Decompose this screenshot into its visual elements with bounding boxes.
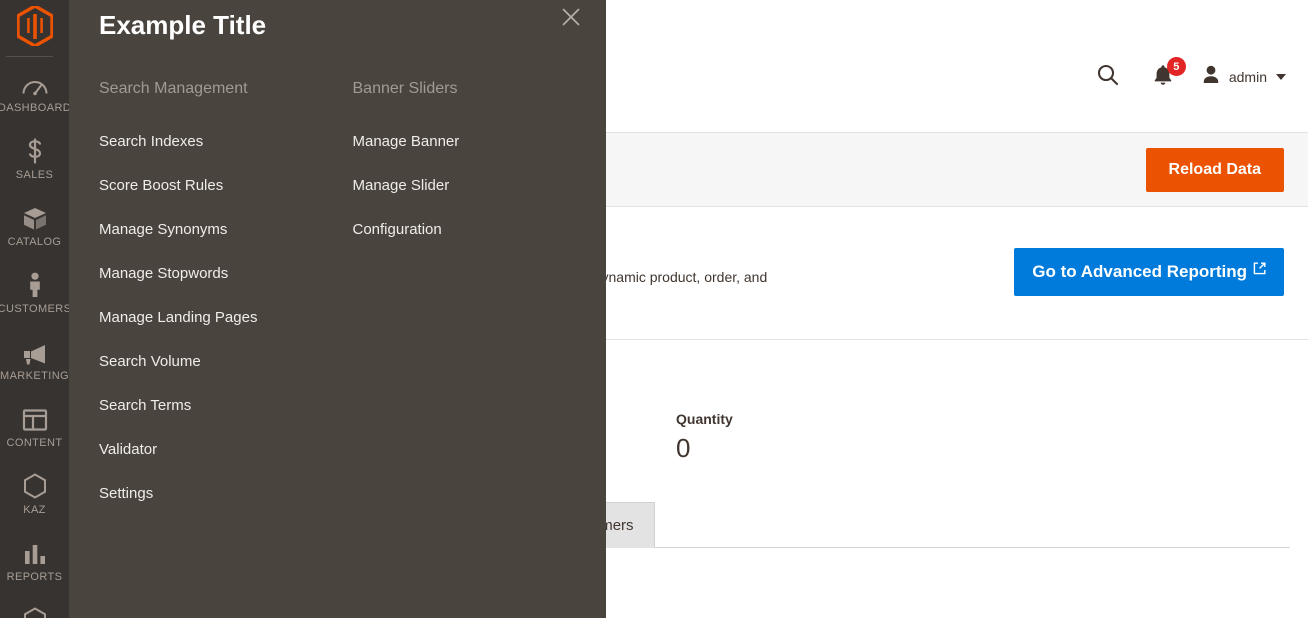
app-root: 5 admin Dashboard Reload Data — [0, 0, 1308, 618]
sidebar-item-label: CUSTOMERS — [0, 303, 72, 315]
sidebar-item-label: CONTENT — [6, 437, 63, 449]
menu-link-manage-synonyms[interactable]: Manage Synonyms — [99, 220, 353, 240]
sidebar-item-dashboard[interactable]: DASHBOARD — [0, 57, 72, 124]
menu-link-configuration[interactable]: Configuration — [353, 220, 607, 240]
stat-value: 0 — [676, 433, 691, 463]
mega-menu-column-heading: Banner Sliders — [352, 80, 458, 97]
sidebar-item-label: MARKETING — [0, 370, 69, 382]
mega-menu-column-search-management: Search Management Search Indexes Score B… — [99, 78, 353, 528]
menu-link-search-volume[interactable]: Search Volume — [99, 352, 353, 372]
bar-chart-icon — [20, 538, 50, 566]
reload-data-button[interactable]: Reload Data — [1145, 147, 1284, 192]
hexagon-icon — [20, 471, 50, 499]
sidebar-item-customers[interactable]: CUSTOMERS — [0, 258, 72, 325]
person-avatar-icon — [1201, 64, 1221, 91]
sidebar-item-label: SALES — [15, 169, 54, 181]
sidebar-item-kaz[interactable]: KAZ — [0, 459, 69, 526]
sidebar-item-label: REPORTS — [6, 571, 63, 583]
admin-user-name: admin — [1228, 69, 1267, 85]
menu-link-search-terms[interactable]: Search Terms — [99, 396, 353, 416]
dollar-sign-icon — [20, 136, 50, 164]
mega-menu-panel: Example Title Search Management Search I… — [69, 0, 606, 618]
search-button[interactable] — [1085, 60, 1131, 94]
mega-menu-columns: Search Management Search Indexes Score B… — [99, 78, 606, 528]
menu-link-settings[interactable]: Settings — [99, 484, 353, 504]
chevron-down-icon — [1276, 74, 1286, 80]
hexagon-icon — [20, 605, 50, 618]
stat-quantity: Quantity 0 — [676, 411, 868, 464]
search-icon — [1095, 62, 1121, 93]
box-icon — [20, 203, 50, 231]
mega-menu-column-banner-sliders: Banner Sliders Manage Banner Manage Slid… — [353, 78, 607, 528]
go-to-advanced-reporting-button[interactable]: Go to Advanced Reporting — [1014, 248, 1284, 296]
admin-user-menu[interactable]: admin — [1195, 64, 1286, 91]
menu-link-manage-stopwords[interactable]: Manage Stopwords — [99, 264, 353, 284]
notifications-button[interactable]: 5 — [1131, 57, 1195, 94]
menu-link-score-boost-rules[interactable]: Score Boost Rules — [99, 176, 353, 196]
sidebar-item-label: CATALOG — [7, 236, 62, 248]
menu-link-manage-banner[interactable]: Manage Banner — [353, 132, 607, 152]
layout-page-icon — [20, 404, 50, 432]
sidebar-item-label: KAZ — [23, 504, 46, 516]
magento-logo-icon — [16, 6, 53, 46]
dashboard-gauge-icon — [20, 69, 50, 97]
mega-menu-title: Example Title — [99, 10, 267, 40]
sidebar-item-bizkick[interactable]: BIZKICK — [0, 593, 69, 618]
menu-link-validator[interactable]: Validator — [99, 440, 353, 460]
header-tools: 5 admin — [1085, 57, 1286, 94]
sidebar-item-reports[interactable]: REPORTS — [0, 526, 69, 593]
left-sidebar: DASHBOARD SALES CATALOG CUSTOMERS MARKET… — [0, 0, 72, 618]
sidebar-item-sales[interactable]: SALES — [0, 124, 69, 191]
go-to-advanced-reporting-label: Go to Advanced Reporting — [1032, 262, 1247, 281]
megaphone-icon — [20, 337, 50, 365]
close-icon — [559, 5, 583, 34]
magento-logo[interactable] — [0, 0, 69, 52]
external-link-icon — [1253, 260, 1266, 280]
menu-link-manage-slider[interactable]: Manage Slider — [353, 176, 607, 196]
sidebar-item-content[interactable]: CONTENT — [0, 392, 69, 459]
sidebar-item-marketing[interactable]: MARKETING — [0, 325, 69, 392]
notifications-badge: 5 — [1166, 57, 1186, 76]
menu-link-search-indexes[interactable]: Search Indexes — [99, 132, 353, 152]
close-button[interactable] — [558, 6, 584, 32]
menu-link-manage-landing-pages[interactable]: Manage Landing Pages — [99, 308, 353, 328]
person-icon — [20, 270, 50, 298]
stat-label: Quantity — [676, 411, 733, 427]
mega-menu-column-heading: Search Management — [99, 80, 248, 97]
sidebar-item-label: DASHBOARD — [0, 102, 72, 114]
sidebar-item-catalog[interactable]: CATALOG — [0, 191, 69, 258]
